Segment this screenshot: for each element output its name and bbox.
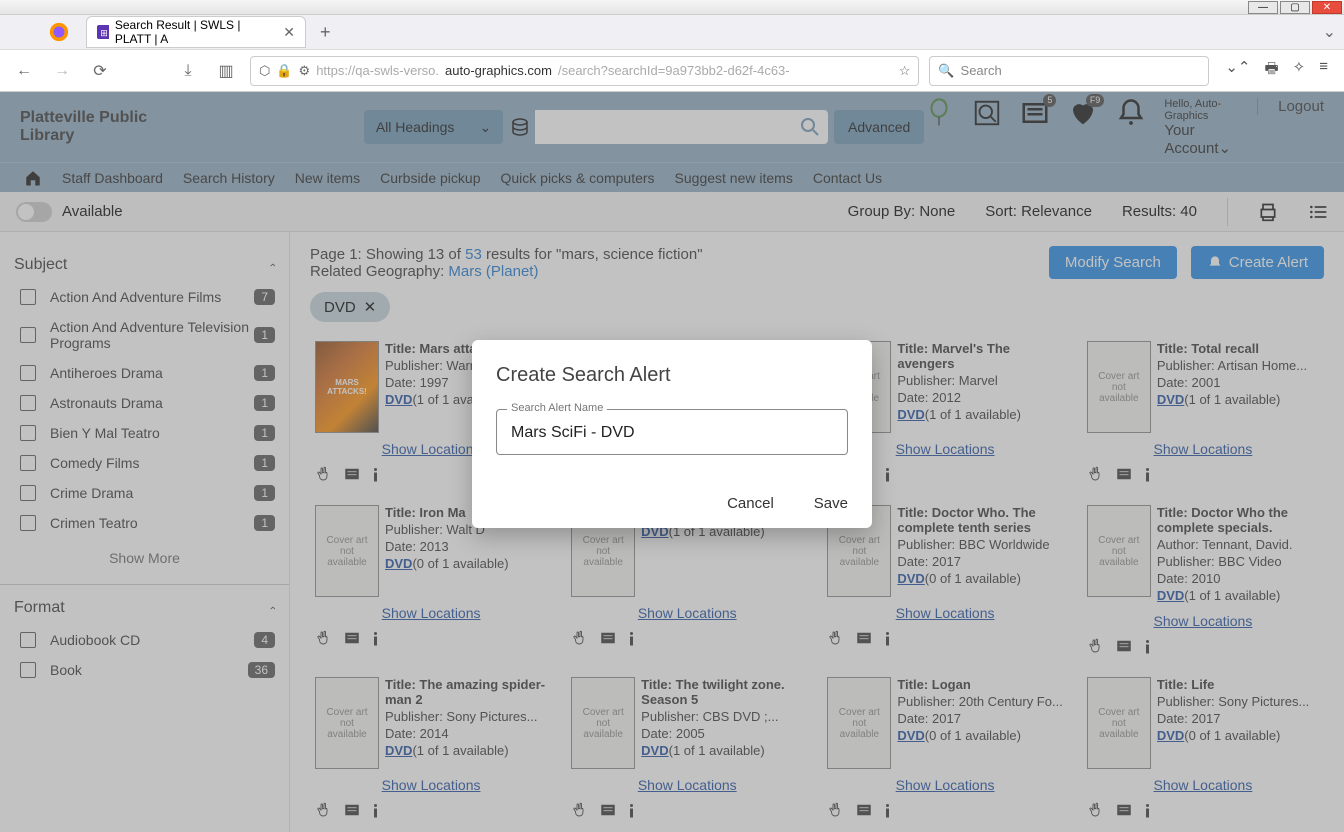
close-tab-icon[interactable]: ✕: [283, 24, 295, 41]
download-icon[interactable]: ⤓: [174, 57, 202, 85]
container-icon[interactable]: ▥: [212, 57, 240, 85]
tab-favicon-icon: ⊞: [97, 25, 109, 39]
permissions-icon: ⚙: [299, 63, 311, 79]
url-bar[interactable]: ⬡ 🔒 ⚙ https://qa-swls-verso.auto-graphic…: [250, 56, 919, 86]
tab-title: Search Result | SWLS | PLATT | A: [115, 18, 269, 46]
svg-text:⊞: ⊞: [100, 28, 108, 38]
cancel-button[interactable]: Cancel: [727, 495, 774, 512]
search-icon: 🔍: [938, 63, 954, 79]
alert-name-input[interactable]: [511, 424, 833, 442]
bookmark-star-icon[interactable]: ☆: [899, 63, 911, 79]
maximize-button[interactable]: ▢: [1280, 1, 1310, 14]
new-tab-button[interactable]: +: [320, 22, 331, 43]
alert-name-field[interactable]: Search Alert Name: [496, 409, 848, 455]
menu-icon[interactable]: ≡: [1319, 58, 1328, 83]
firefox-logo-icon: [44, 17, 74, 47]
lock-icon: 🔒: [276, 63, 292, 79]
modal-overlay: Create Search Alert Search Alert Name Ca…: [0, 92, 1344, 832]
browser-search-box[interactable]: 🔍 Search: [929, 56, 1209, 86]
browser-tab-bar: ⊞ Search Result | SWLS | PLATT | A ✕ + ⌄: [0, 15, 1344, 50]
shield-icon: ⬡: [259, 63, 270, 79]
minimize-button[interactable]: —: [1248, 1, 1278, 14]
extension-icon[interactable]: ✧: [1293, 58, 1306, 83]
print-icon[interactable]: 🖶: [1264, 58, 1278, 83]
window-chrome: — ▢ ✕: [0, 0, 1344, 15]
pocket-icon[interactable]: ⌄⌃: [1225, 58, 1250, 83]
browser-tab[interactable]: ⊞ Search Result | SWLS | PLATT | A ✕: [86, 16, 306, 48]
reload-button[interactable]: ⟳: [86, 57, 114, 85]
forward-button: →: [48, 57, 76, 85]
close-window-button[interactable]: ✕: [1312, 1, 1342, 14]
tabs-dropdown-icon[interactable]: ⌄: [1323, 22, 1336, 42]
create-alert-modal: Create Search Alert Search Alert Name Ca…: [472, 340, 872, 528]
modal-title: Create Search Alert: [496, 364, 848, 387]
save-button[interactable]: Save: [814, 495, 848, 512]
back-button[interactable]: ←: [10, 57, 38, 85]
address-bar: ← → ⟳ ⤓ ▥ ⬡ 🔒 ⚙ https://qa-swls-verso.au…: [0, 50, 1344, 92]
